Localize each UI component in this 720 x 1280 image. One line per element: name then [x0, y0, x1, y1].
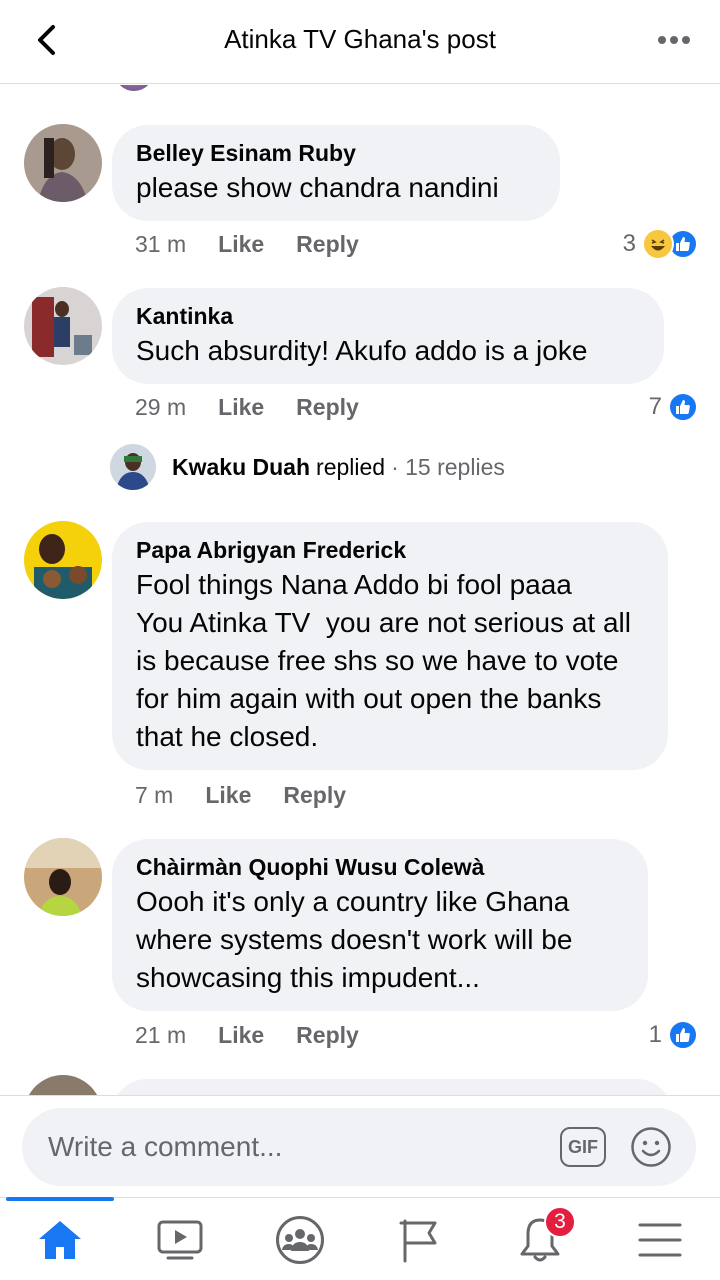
avatar[interactable]	[24, 838, 102, 916]
comment-time: 7 m	[135, 781, 174, 808]
groups-icon	[276, 1215, 324, 1264]
notification-badge: 3	[544, 1206, 576, 1238]
menu-icon	[638, 1223, 682, 1256]
replied-label: replied	[316, 453, 386, 480]
nav-pages[interactable]	[360, 1198, 480, 1280]
view-replies-link[interactable]: Kwaku Duah replied · 15 replies	[110, 443, 505, 491]
user-photo-icon	[24, 124, 102, 202]
reaction-count: 3	[622, 230, 636, 257]
comment-author[interactable]: Papa Abrigyan Frederick	[136, 534, 644, 566]
like-reaction-icon	[668, 1020, 698, 1050]
avatar	[110, 444, 156, 490]
reply-button[interactable]: Reply	[296, 231, 359, 258]
watch-icon	[157, 1220, 203, 1259]
comment-author[interactable]: Chàirmàn Quophi Wusu Colewà	[136, 851, 624, 883]
like-button[interactable]: Like	[218, 231, 264, 258]
reaction-summary[interactable]: 1	[649, 1018, 698, 1052]
comment-text: Fool things Nana Addo bi fool paaa You A…	[136, 569, 631, 752]
comment-author[interactable]: Belley Esinam Ruby	[136, 137, 536, 169]
comment-text: please show chandra nandini	[136, 172, 499, 203]
reply-button[interactable]: Reply	[296, 1022, 359, 1049]
like-reaction-icon	[668, 392, 698, 422]
gif-label: GIF	[568, 1136, 598, 1157]
reply-button[interactable]: Reply	[283, 782, 346, 809]
comment-author[interactable]: Kantinka	[136, 300, 640, 332]
reaction-summary[interactable]: 7	[649, 390, 698, 424]
like-button[interactable]: Like	[205, 782, 251, 809]
more-options-button[interactable]	[654, 28, 694, 52]
reply-button[interactable]: Reply	[296, 394, 359, 421]
avatar[interactable]	[24, 124, 102, 202]
home-icon	[39, 1220, 81, 1259]
reply-count: · 15 replies	[391, 453, 505, 480]
avatar[interactable]	[24, 287, 102, 365]
user-photo-icon	[24, 838, 102, 916]
comment-time: 29 m	[135, 393, 187, 420]
comment-bubble[interactable]: Kantinka Such absurdity! Akufo addo is a…	[112, 288, 664, 384]
avatar[interactable]	[24, 521, 102, 599]
comment-time: 31 m	[135, 230, 187, 257]
more-dots-icon	[658, 36, 690, 44]
reaction-summary[interactable]: 3	[623, 227, 698, 261]
nav-home[interactable]	[0, 1197, 120, 1280]
like-button[interactable]: Like	[218, 1022, 264, 1049]
nav-menu[interactable]	[600, 1198, 720, 1280]
comments-list[interactable]: Belley Esinam Ruby please show chandra n…	[0, 85, 720, 1095]
like-button[interactable]: Like	[218, 394, 264, 421]
comment-input-container[interactable]: GIF	[22, 1108, 696, 1186]
comment-input[interactable]	[48, 1131, 548, 1163]
comment-text: Such absurdity! Akufo addo is a joke	[136, 335, 588, 366]
comment-bubble	[112, 1079, 672, 1095]
comment-bubble[interactable]: Papa Abrigyan Frederick Fool things Nana…	[112, 522, 668, 770]
pages-flag-icon	[399, 1219, 437, 1262]
comment-composer: GIF	[0, 1095, 720, 1197]
page-title: Atinka TV Ghana's post	[224, 24, 496, 54]
bottom-navigation: 3	[0, 1197, 720, 1280]
comment-time: 21 m	[135, 1021, 187, 1048]
comment-actions: 21 m Like Reply	[135, 1018, 391, 1052]
reaction-count: 1	[648, 1021, 662, 1048]
nav-notifications[interactable]: 3	[480, 1198, 600, 1280]
avatar	[114, 85, 154, 91]
comment-actions: 31 m Like Reply	[135, 227, 391, 261]
nav-groups[interactable]	[240, 1198, 360, 1280]
user-photo-icon	[24, 287, 102, 365]
comment-actions: 7 m Like Reply	[135, 778, 378, 812]
nav-watch[interactable]	[120, 1198, 240, 1280]
avatar	[24, 1075, 102, 1095]
comment-bubble[interactable]: Belley Esinam Ruby please show chandra n…	[112, 125, 560, 221]
comment-bubble[interactable]: Chàirmàn Quophi Wusu Colewà Oooh it's on…	[112, 839, 648, 1011]
haha-reaction-icon	[642, 228, 674, 260]
comment-text: Oooh it's only a country like Ghana wher…	[136, 886, 581, 993]
top-bar: Atinka TV Ghana's post	[0, 0, 720, 84]
user-photo-icon	[24, 521, 102, 599]
emoji-icon[interactable]	[630, 1126, 672, 1168]
comment-actions: 29 m Like Reply	[135, 390, 391, 424]
gif-button[interactable]: GIF	[560, 1127, 606, 1167]
replier-name: Kwaku Duah	[172, 453, 311, 480]
reaction-count: 7	[648, 393, 662, 420]
